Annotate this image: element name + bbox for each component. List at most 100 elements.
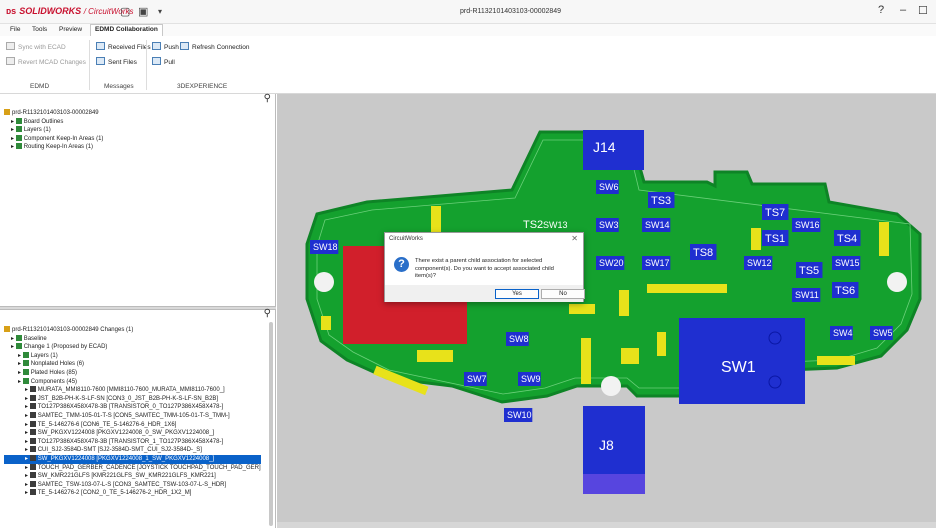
no-button[interactable]: No xyxy=(541,289,585,299)
tree-item[interactable]: ▸ Nonplated Holes (6) xyxy=(4,360,261,369)
tab-edmd-collaboration[interactable]: EDMD Collaboration xyxy=(90,24,163,36)
search-icon[interactable]: ⚲ xyxy=(264,308,271,319)
question-icon: ? xyxy=(394,257,409,272)
tree-item[interactable]: ▸ Component Keep-In Areas (1) xyxy=(4,134,103,144)
push-button[interactable]: Push xyxy=(152,42,179,51)
tree-item[interactable]: ▸ JST_B2B-PH-K-S-LF-SN [CON3_0_JST_B2B-P… xyxy=(4,394,261,404)
tree-item[interactable]: ▸ SAMTEC_TMM-105-01-T-S [CON5_SAMTEC_TMM… xyxy=(4,411,261,421)
tree-node-icon xyxy=(29,480,36,487)
tree-item-label: Board Outlines xyxy=(23,118,64,125)
tree-item[interactable]: ▸ SW_PKGXV1224008 [PKGXV1224008_1_SW_PKG… xyxy=(4,454,261,464)
dialog-close-button[interactable]: ✕ xyxy=(571,234,578,243)
tree-node-icon xyxy=(15,143,22,150)
tree-item[interactable]: ▸ TO127P386X458X478-3B [TRANSISTOR_1_TO1… xyxy=(4,437,261,447)
tree-item-label: TO127P386X458X478-3B [TRANSISTOR_0_TO127… xyxy=(37,404,224,411)
revert-mcad-label: Revert MCAD Changes xyxy=(18,59,86,66)
tree-node-icon xyxy=(29,446,36,453)
sync-ecad-label: Sync with ECAD xyxy=(18,44,66,51)
tree-item[interactable]: ▸ Plated Holes (85) xyxy=(4,368,261,378)
tree-item[interactable]: ▸ TOUCH_PAD_GERBER_CADENCE [JOYSTICK TOU… xyxy=(4,463,261,473)
tree-node-icon xyxy=(15,134,22,141)
tree-item[interactable]: prd-R1132101403103-00002849 Changes (1) xyxy=(4,326,261,335)
sent-files-button[interactable]: Sent Files xyxy=(96,57,137,66)
sent-files-label: Sent Files xyxy=(108,59,137,66)
yes-button[interactable]: Yes xyxy=(495,289,539,299)
tree-node-icon xyxy=(29,429,36,436)
tree-item[interactable]: ▸ SAMTEC_TSW-103-07-L-S [CON3_SAMTEC_TSW… xyxy=(4,480,261,490)
revert-mcad-button[interactable]: Revert MCAD Changes xyxy=(6,57,86,66)
tree-item-label: SW_KMR221GLFS [KMR221GLFS_SW_KMR221GLFS_… xyxy=(37,473,216,480)
tree-item[interactable]: ▸ Change 1 (Proposed by ECAD) xyxy=(4,343,261,352)
group-edmd-label: EDMD xyxy=(30,83,50,90)
pull-button[interactable]: Pull xyxy=(152,57,175,66)
label-sw11: SW11 xyxy=(795,290,819,300)
maximize-button[interactable]: ☐ xyxy=(918,4,928,17)
label-sw16: SW16 xyxy=(795,220,820,230)
sw1-pad xyxy=(768,331,782,345)
tree-item-label: SAMTEC_TSW-103-07-L-S [CON3_SAMTEC_TSW-1… xyxy=(37,481,227,488)
tree-item[interactable]: ▸ Baseline xyxy=(4,334,261,344)
panel-splitter[interactable] xyxy=(0,306,276,310)
tree-node-icon xyxy=(29,403,36,410)
tree-node-icon xyxy=(22,368,29,375)
tree-item-label: Change 1 (Proposed by ECAD) xyxy=(23,344,108,351)
tree-node-icon xyxy=(29,411,36,418)
ribbon-separator xyxy=(89,40,90,90)
label-ts5: TS5 xyxy=(799,265,819,277)
tree-item[interactable]: prd-R1132101403103-00002849 xyxy=(4,109,103,118)
pull-label: Pull xyxy=(164,59,175,66)
changes-tree: prd-R1132101403103-00002849 Changes (1) ▸… xyxy=(4,326,261,498)
tree-item[interactable]: ▸ TE_5-146276-6 [CON6_TE_5-146276-6_HDR_… xyxy=(4,420,261,430)
tree-item[interactable]: ▸ Board Outlines xyxy=(4,117,103,127)
tree-item[interactable]: ▸ SW_PKGXV1224008 [PKGXV1224008_0_SW_PKG… xyxy=(4,429,261,438)
left-panel: ⚲ prd-R1132101403103-00002849 ▸ Board Out… xyxy=(0,93,276,528)
save-icon[interactable]: ▣ xyxy=(138,5,148,18)
tree-node-icon xyxy=(29,454,36,461)
tree-item[interactable]: ▸ Layers (1) xyxy=(4,126,103,135)
tree-item-label: prd-R1132101403103-00002849 Changes (1) xyxy=(12,327,134,333)
search-icon[interactable]: ⚲ xyxy=(264,93,271,104)
tree-node-icon xyxy=(29,394,36,401)
label-ts6: TS6 xyxy=(835,285,855,297)
group-3dexperience-label: 3DEXPERIENCE xyxy=(177,83,228,90)
sync-ecad-button[interactable]: Sync with ECAD xyxy=(6,42,66,51)
tree-item-label: Routing Keep-In Areas (1) xyxy=(23,144,94,151)
tree-item-label: MURATA_MMI8110-7600 [MMI8110-7600_MURATA… xyxy=(37,387,225,394)
tree-node-icon xyxy=(15,334,22,341)
tree-item[interactable]: ▸ CUI_SJ2-3584D-SMT [SJ2-3584D-SMT_CUI_S… xyxy=(4,446,261,455)
tab-tools[interactable]: Tools xyxy=(28,25,51,34)
tree-item[interactable]: ▸ Components (45) xyxy=(4,377,261,387)
changes-scrollbar[interactable] xyxy=(269,322,273,526)
label-sw6: SW6 xyxy=(599,182,619,192)
label-ts1: TS1 xyxy=(765,233,785,245)
tree-node-icon xyxy=(4,109,10,115)
received-files-label: Received Files xyxy=(108,44,151,51)
received-files-button[interactable]: Received Files xyxy=(96,42,151,51)
tab-file[interactable]: File xyxy=(6,25,24,34)
graphics-viewport[interactable]: J14 SW6 TS3 TS2 SW13 SW3 SW14 TS7 TS1 SW16 TS4 SW18… xyxy=(277,94,936,528)
ds-logo-icon: ᴅs xyxy=(6,6,17,16)
open-doc-icon[interactable]: ▢ xyxy=(120,5,130,18)
tree-item-label: prd-R1132101403103-00002849 xyxy=(12,110,99,116)
minimize-button[interactable]: – xyxy=(900,4,906,16)
tree-item[interactable]: ▸ MURATA_MMI8110-7600 [MMI8110-7600_MURA… xyxy=(4,386,261,395)
push-label: Push xyxy=(164,44,179,51)
refresh-connection-button[interactable]: Refresh Connection xyxy=(180,42,249,51)
tree-item[interactable]: ▸ Layers (1) xyxy=(4,351,261,361)
tree-item-label: Plated Holes (85) xyxy=(30,369,78,376)
tree-node-icon xyxy=(29,437,36,444)
tree-item-label: TE_5-146276-2 [CON2_0_TE_5-146276-2_HDR_… xyxy=(37,490,192,497)
tree-item[interactable]: ▸ Routing Keep-In Areas (1) xyxy=(4,143,103,152)
label-sw9: SW9 xyxy=(521,374,541,384)
label-sw18: SW18 xyxy=(313,242,338,252)
tab-preview[interactable]: Preview xyxy=(55,25,86,34)
status-bar xyxy=(277,522,936,528)
tree-item[interactable]: ▸ SW_KMR221GLFS [KMR221GLFS_SW_KMR221GLF… xyxy=(4,472,261,481)
customize-quick-access-icon[interactable]: ▾ xyxy=(158,7,162,16)
help-button[interactable]: ? xyxy=(878,4,884,16)
tree-item[interactable]: ▸ TE_5-146276-2 [CON2_0_TE_5-146276-2_HD… xyxy=(4,489,261,498)
tree-node-icon xyxy=(15,117,22,124)
tree-node-icon xyxy=(4,326,10,332)
tree-item[interactable]: ▸ TO127P386X458X478-3B [TRANSISTOR_0_TO1… xyxy=(4,403,261,412)
refresh-icon xyxy=(180,42,189,50)
